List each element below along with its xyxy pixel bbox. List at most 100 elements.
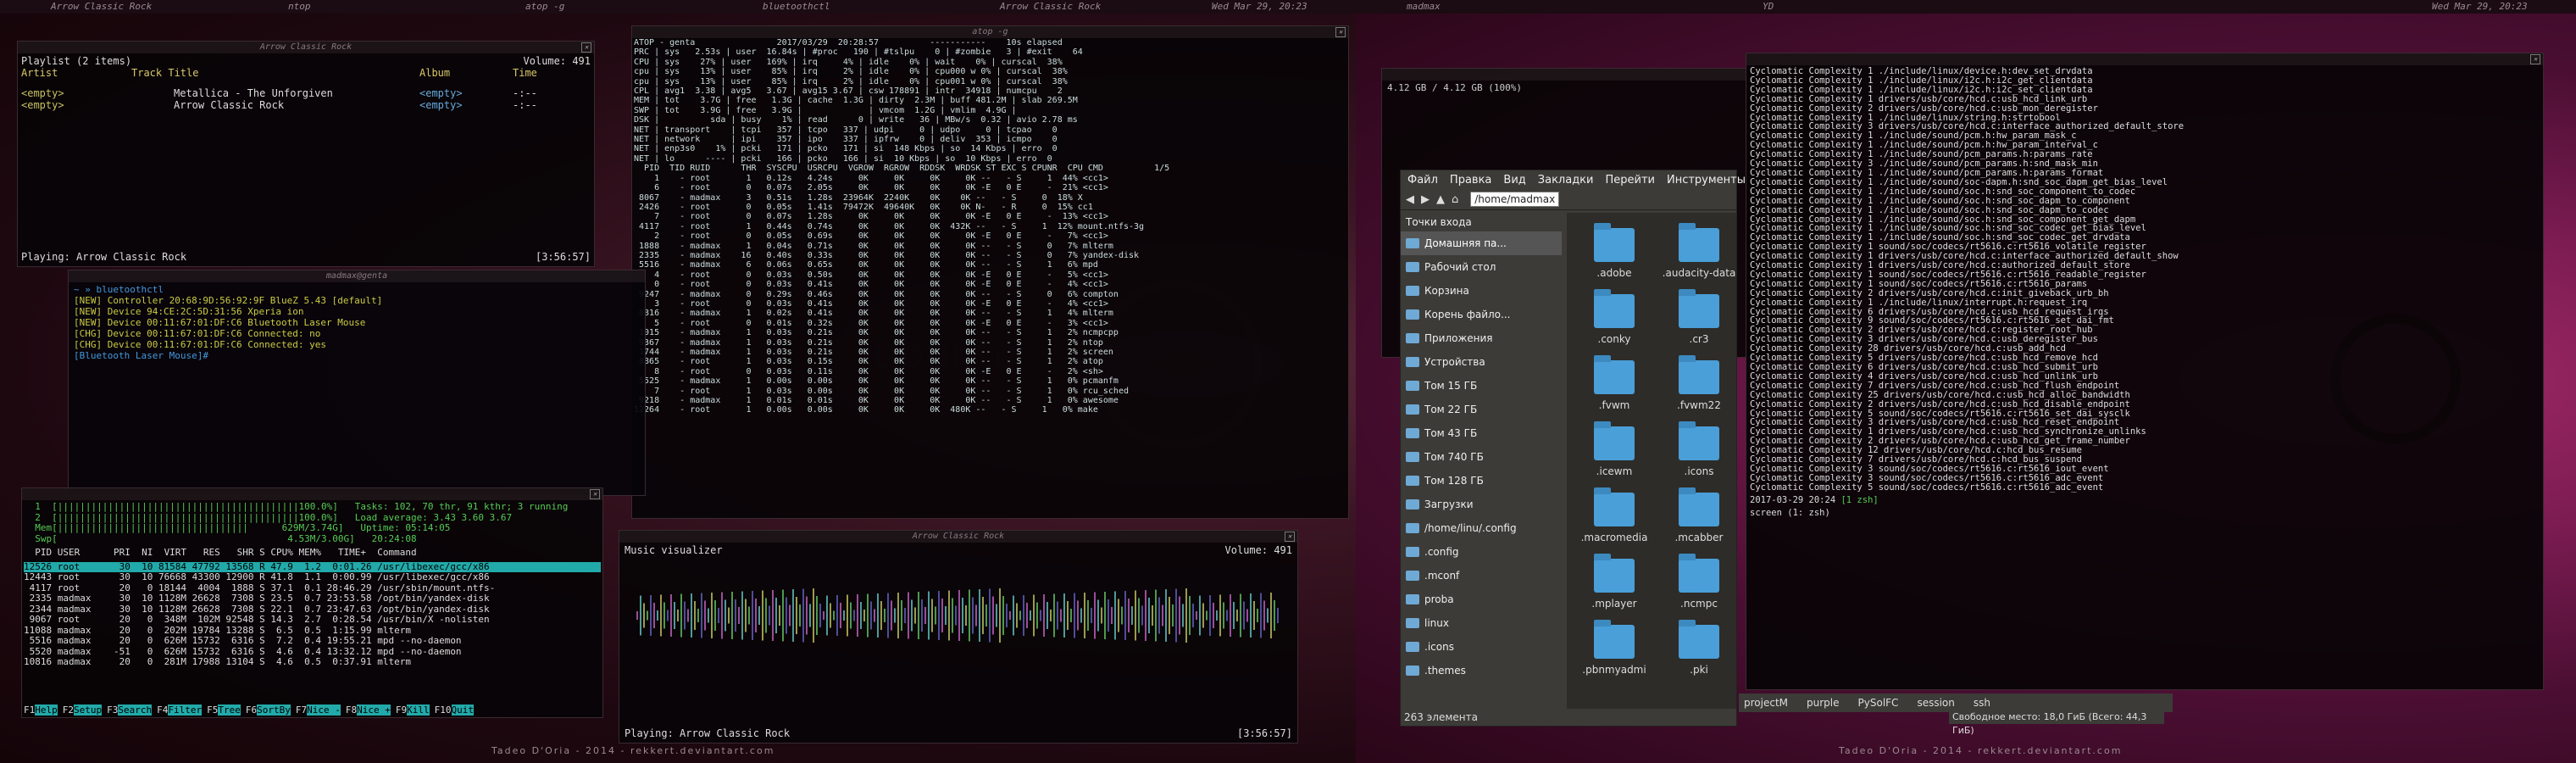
fm-menu-item[interactable]: Правка (1450, 174, 1491, 187)
fm-menu-item[interactable]: Перейти (1605, 174, 1655, 187)
htop-fkey[interactable]: F8Nice + (346, 704, 396, 716)
atop-window[interactable]: atop -g ✕ ATOP - genta 2017/03/29 20:28:… (631, 25, 1349, 519)
htop-fkey[interactable]: F6SortBy (246, 704, 296, 716)
fm-file[interactable]: .pbnmyadmi (1574, 620, 1655, 676)
fm-sidebar-item[interactable]: Загрузки (1401, 493, 1562, 516)
fm-tab[interactable]: session (1917, 697, 1954, 709)
playlist-row[interactable]: <empty> Arrow Classic Rock <empty> -:-- (21, 99, 591, 111)
atop-titlebar[interactable]: atop -g ✕ (632, 26, 1348, 38)
viz-bar (836, 595, 838, 636)
fm-file[interactable]: .icons (1658, 421, 1740, 477)
back-icon[interactable]: ◀ (1406, 193, 1414, 206)
topbar-tab[interactable]: Arrow Classic Rock (51, 1, 152, 12)
fm-menu-item[interactable]: Закладки (1538, 174, 1594, 187)
viz-bar (1121, 606, 1123, 625)
fm-file[interactable]: .audacity-data (1658, 223, 1740, 279)
fm-sidebar-item[interactable]: Том 15 ГБ (1401, 374, 1562, 398)
htop-row[interactable]: 5516 madmax 20 0 626M 15732 6316 S 7.2 0… (24, 635, 601, 647)
htop-fkey[interactable]: F2Setup (63, 704, 107, 716)
up-icon[interactable]: ▲ (1436, 193, 1445, 206)
cmus-window[interactable]: Arrow Classic Rock ✕ Playlist (2 items) … (17, 41, 595, 267)
viz-titlebar[interactable]: Arrow Classic Rock ✕ (619, 531, 1297, 543)
bt-console[interactable]: ~ » bluetoothctl [NEW] Controller 20:68:9… (69, 282, 645, 363)
fm-sidebar-item[interactable]: .mconf (1401, 564, 1562, 588)
htop-row[interactable]: 9067 root 20 0 348M 102M 92548 S 14.3 2.… (24, 614, 601, 626)
fm-tab[interactable]: PySolFC (1858, 697, 1899, 709)
close-icon[interactable]: ✕ (1335, 27, 1346, 37)
visualizer-window[interactable]: Arrow Classic Rock ✕ Music visualizer Vo… (619, 530, 1298, 744)
fm-sidebar-item[interactable]: .config (1401, 540, 1562, 564)
fm-menu-item[interactable]: Инструменты (1667, 174, 1746, 187)
fm-menu-item[interactable]: Файл (1407, 174, 1438, 187)
playlist-row[interactable]: <empty> Metallica - The Unforgiven <empt… (21, 87, 591, 99)
htop-fkey[interactable]: F7Nice - (296, 704, 346, 716)
home-icon[interactable]: ⌂ (1452, 193, 1458, 206)
fm-file[interactable]: .conky (1574, 289, 1655, 345)
close-icon[interactable]: ✕ (581, 42, 591, 53)
topbar-tab[interactable]: Arrow Classic Rock (1000, 1, 1101, 12)
htop-fkey[interactable]: F9Kill (396, 704, 435, 716)
htop-row[interactable]: 12443 root 30 10 76668 43300 12900 R 41.… (24, 571, 601, 583)
htop-row[interactable]: 2335 madmax 30 10 1128M 26628 7308 S 23.… (24, 593, 601, 604)
htop-fkey[interactable]: F10Quit (435, 704, 479, 716)
viz-bar (850, 602, 852, 629)
fm-file[interactable]: .fvwm22 (1658, 355, 1740, 411)
fm-sidebar-item[interactable]: .themes (1401, 659, 1562, 682)
fm-sidebar-item[interactable]: Домашняя па... (1401, 231, 1562, 255)
bt-titlebar[interactable]: madmax@genta (69, 270, 645, 282)
htop-fkeys: F1Help F2Setup F3Search F4Filter F5Tree F6Sor… (22, 704, 602, 718)
fm-file[interactable]: .macromedia (1574, 487, 1655, 543)
fm-sidebar-item[interactable]: Корень файло... (1401, 303, 1562, 326)
bluetooth-window[interactable]: madmax@genta ~ » bluetoothctl [NEW] Contr… (68, 270, 646, 496)
cmus-titlebar[interactable]: Arrow Classic Rock ✕ (18, 42, 594, 53)
cc-prompt[interactable]: 2017-03-29 20:24 [1 zsh] (1746, 494, 2543, 507)
fm-sidebar-item[interactable]: Том 128 ГБ (1401, 469, 1562, 493)
close-icon[interactable]: ✕ (2530, 54, 2540, 64)
fm-tab[interactable]: purple (1807, 697, 1840, 709)
fm-sidebar-item[interactable]: Том 22 ГБ (1401, 398, 1562, 421)
close-icon[interactable]: ✕ (590, 489, 600, 499)
topbar-tab[interactable]: YD (1763, 1, 1774, 12)
fm-tab[interactable]: projectM (1744, 697, 1788, 709)
fm-sidebar-item[interactable]: /home/linu/.config (1401, 516, 1562, 540)
htop-fkey[interactable]: F1Help (24, 704, 63, 716)
fm-sidebar-item[interactable]: Рабочий стол (1401, 255, 1562, 279)
fm-sidebar-item[interactable]: Корзина (1401, 279, 1562, 303)
viz-bar (840, 603, 841, 628)
fm-file-name: .pki (1690, 664, 1708, 676)
file-manager-window[interactable]: Файл Правка Вид Закладки Перейти Инструменты … (1400, 170, 1746, 727)
fm-menu-item[interactable]: Вид (1503, 174, 1525, 187)
fm-file[interactable]: .cr3 (1658, 289, 1740, 345)
htop-row[interactable]: 10816 madmax 20 0 281M 17988 13104 S 4.6… (24, 656, 601, 668)
fm-sidebar-item[interactable]: Том 740 ГБ (1401, 445, 1562, 469)
topbar-tab[interactable]: bluetoothctl (763, 1, 830, 12)
fm-sidebar-item[interactable]: Устройства (1401, 350, 1562, 374)
fm-file[interactable]: .adobe (1574, 223, 1655, 279)
fm-tab[interactable]: ssh (1974, 697, 1990, 709)
topbar-tab[interactable]: atop -g (525, 1, 564, 12)
terminal-window[interactable]: ✕ Cyclomatic Complexity 1 ./include/linu… (1746, 53, 2544, 690)
topbar-tab[interactable]: madmax (1407, 1, 1441, 12)
viz-bar (884, 609, 886, 622)
forward-icon[interactable]: ▶ (1421, 193, 1430, 206)
fm-sidebar-item[interactable]: .icons (1401, 635, 1562, 659)
fm-sidebar-item[interactable]: Том 43 ГБ (1401, 421, 1562, 445)
fm-sidebar-item[interactable]: linux (1401, 611, 1562, 635)
fm-file[interactable]: .fvwm (1574, 355, 1655, 411)
fm-file[interactable]: .mcabber (1658, 487, 1740, 543)
htop-fkey[interactable]: F5Tree (207, 704, 246, 716)
htop-fkey[interactable]: F4Filter (157, 704, 207, 716)
terminal-titlebar[interactable]: ✕ (1746, 53, 2543, 65)
path-field[interactable]: /home/madmax (1470, 192, 1560, 207)
fm-file[interactable]: .ncmpc (1658, 554, 1740, 610)
fm-file[interactable]: .pki (1658, 620, 1740, 676)
htop-fkey[interactable]: F3Search (107, 704, 157, 716)
fm-sidebar-item[interactable]: Приложения (1401, 326, 1562, 350)
htop-window[interactable]: ✕ 1 [|||||||||||||||||||||||||||||||||||… (21, 487, 603, 718)
htop-titlebar[interactable]: ✕ (22, 488, 602, 500)
fm-sidebar-item[interactable]: proba (1401, 588, 1562, 611)
fm-file[interactable]: .mplayer (1574, 554, 1655, 610)
close-icon[interactable]: ✕ (1285, 532, 1295, 542)
fm-file[interactable]: .icewm (1574, 421, 1655, 477)
topbar-tab[interactable]: ntop (288, 1, 311, 12)
